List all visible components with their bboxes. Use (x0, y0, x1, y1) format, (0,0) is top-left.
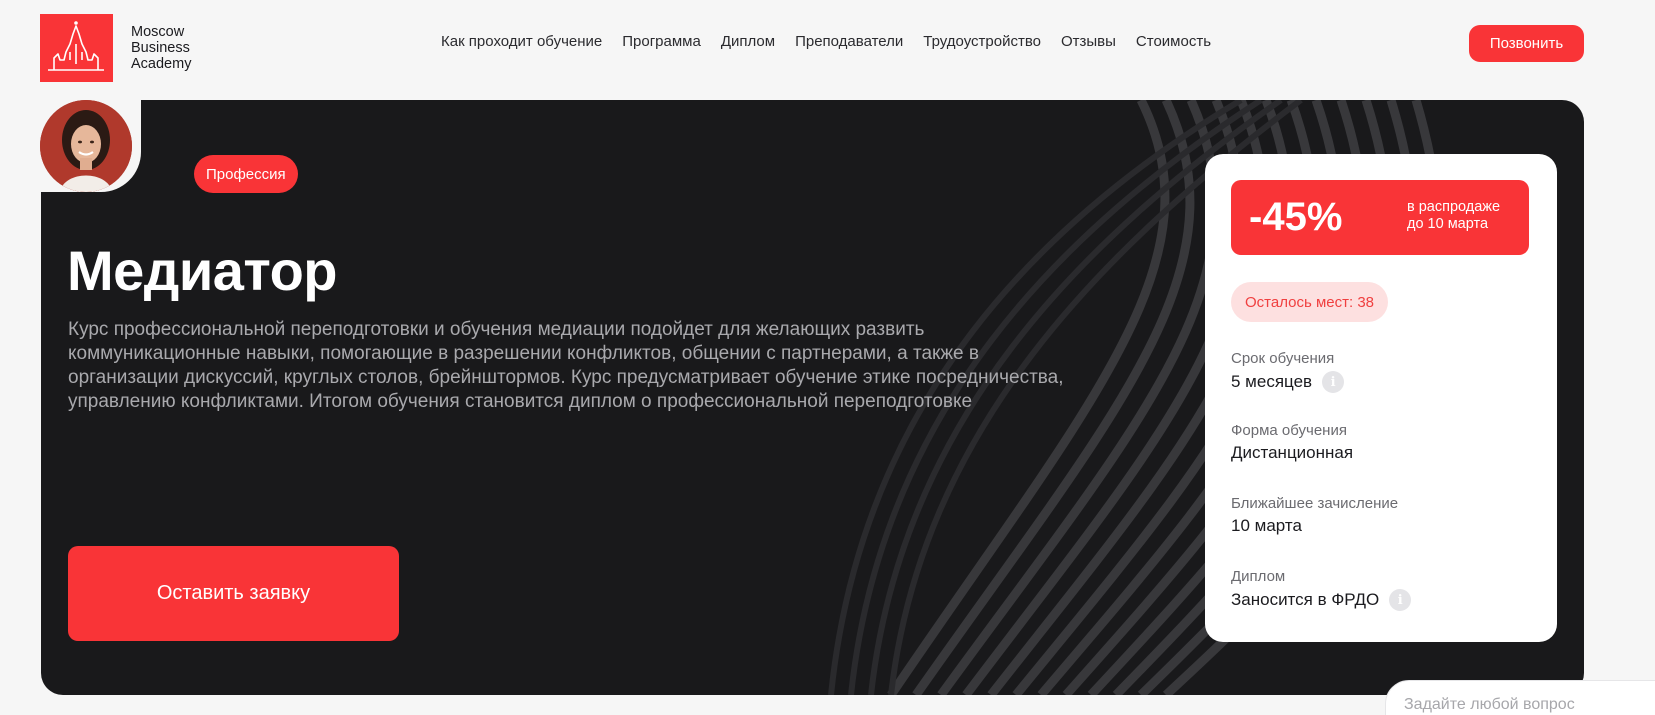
diploma-value-wrap: Заносится в ФРДО i (1231, 589, 1412, 611)
main-nav: Как проходит обучение Программа Диплом П… (441, 33, 1231, 50)
enrollment-value: 10 марта (1231, 516, 1302, 535)
logo-line-2: Business (131, 40, 190, 56)
form-row: Форма обучения Дистанционная (1231, 422, 1353, 463)
logo[interactable]: Moscow Business Academy (40, 14, 191, 82)
discount-note-line-1: в распродаже (1407, 199, 1501, 215)
nav-link-program[interactable]: Программа (622, 33, 701, 50)
info-icon[interactable]: i (1389, 589, 1412, 611)
enrollment-row: Ближайшее зачисление 10 марта (1231, 495, 1398, 536)
nav-link-how-learning[interactable]: Как проходит обучение (441, 33, 602, 50)
diploma-value: Заносится в ФРДО (1231, 590, 1380, 609)
course-description: Курс профессиональной переподготовки и о… (68, 319, 1064, 412)
duration-value: 5 месяцев (1231, 372, 1313, 391)
duration-row: Срок обучения 5 месяцев i (1231, 350, 1345, 393)
discount-note-line-2: до 10 марта (1407, 216, 1489, 232)
nav-link-teachers[interactable]: Преподаватели (795, 33, 903, 50)
nav-link-employment[interactable]: Трудоустройство (923, 33, 1041, 50)
enrollment-label: Ближайшее зачисление (1231, 495, 1399, 512)
logo-line-3: Academy (131, 56, 192, 72)
chat-widget (1385, 680, 1655, 715)
logo-text: Moscow Business Academy (131, 24, 191, 72)
discount-note: в распродаже до 10 марта (1407, 199, 1500, 233)
diploma-row: Диплом Заносится в ФРДО i (1231, 568, 1412, 611)
kremlin-logo-icon (40, 14, 113, 82)
duration-value-wrap: 5 месяцев i (1231, 371, 1345, 393)
chat-question-input[interactable] (1404, 696, 1644, 714)
course-info-card: -45% в распродаже до 10 марта Осталось м… (1205, 154, 1557, 642)
nav-link-reviews[interactable]: Отзывы (1061, 33, 1116, 50)
seats-left-badge: Осталось мест: 38 (1231, 282, 1389, 322)
form-label: Форма обучения (1231, 422, 1347, 439)
profession-badge: Профессия (194, 155, 298, 193)
info-icon[interactable]: i (1322, 371, 1345, 393)
nav-link-price[interactable]: Стоимость (1136, 33, 1211, 50)
avatar (40, 100, 132, 192)
call-button[interactable]: Позвонить (1469, 25, 1584, 62)
apply-button[interactable]: Оставить заявку (68, 546, 399, 641)
diploma-label: Диплом (1231, 568, 1286, 585)
site-header: Moscow Business Academy Как проходит обу… (0, 0, 1655, 90)
logo-line-1: Moscow (131, 24, 185, 40)
discount-banner: -45% в распродаже до 10 марта (1231, 180, 1529, 255)
duration-label: Срок обучения (1231, 350, 1335, 367)
form-value: Дистанционная (1231, 443, 1354, 462)
nav-link-diploma[interactable]: Диплом (721, 33, 775, 50)
page-title: Медиатор (67, 239, 338, 302)
discount-value: -45% (1249, 195, 1343, 239)
